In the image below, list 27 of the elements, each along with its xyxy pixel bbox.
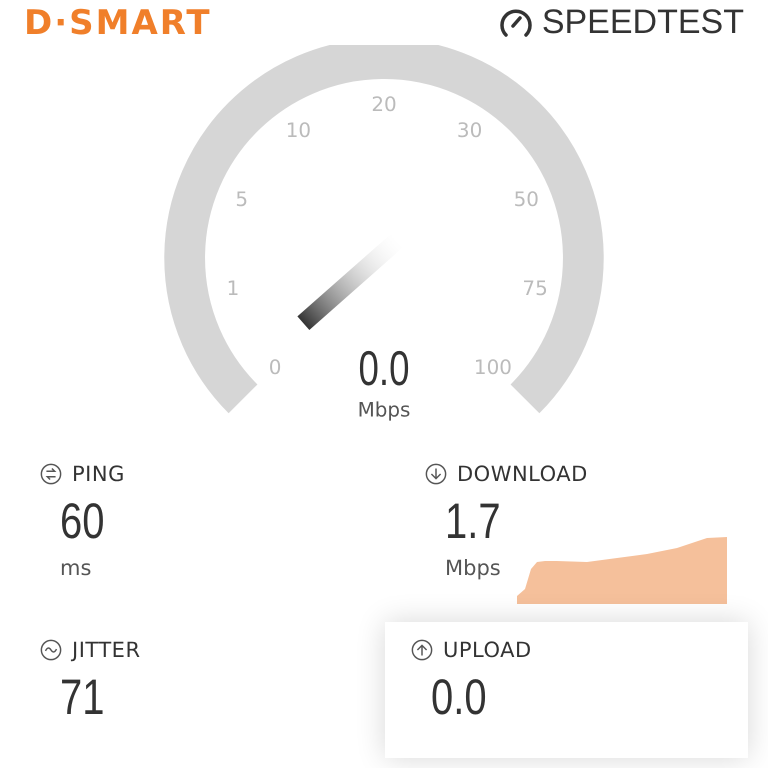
metric-label: DOWNLOAD	[457, 462, 588, 486]
metric-label: JITTER	[72, 638, 141, 662]
gauge-tick-label: 75	[522, 278, 548, 301]
ping-icon	[40, 463, 62, 485]
gauge-tick-label: 10	[286, 119, 312, 142]
metric-label: UPLOAD	[443, 638, 532, 662]
speed-unit: Mbps	[358, 398, 410, 422]
jitter-icon	[40, 639, 62, 661]
download-icon	[425, 463, 447, 485]
gauge-tick-label: 1	[226, 278, 240, 301]
metric-unit: Mbps	[445, 556, 502, 580]
metric-value: 1.7	[445, 492, 502, 550]
gauge-tick-label: 0	[268, 356, 282, 380]
metric-value: 0.0	[431, 668, 488, 726]
metric-value: 60	[60, 492, 106, 550]
upload-icon	[411, 639, 433, 661]
metric-value: 71	[60, 668, 106, 726]
gauge-tick-label: 5	[235, 188, 248, 212]
metric-label: PING	[72, 462, 125, 486]
speed-reading: 0.0	[358, 342, 410, 396]
gauge-tick-label: 50	[514, 188, 539, 212]
gauge-tick-label: 100	[474, 356, 512, 380]
metric-unit: ms	[60, 556, 92, 580]
gauge-tick-label: 30	[456, 119, 482, 142]
brand-logo: D·SMART	[24, 2, 212, 43]
speedtest-logo: SPEEDTEST	[542, 3, 744, 42]
gauge-tick-label: 20	[371, 93, 397, 116]
